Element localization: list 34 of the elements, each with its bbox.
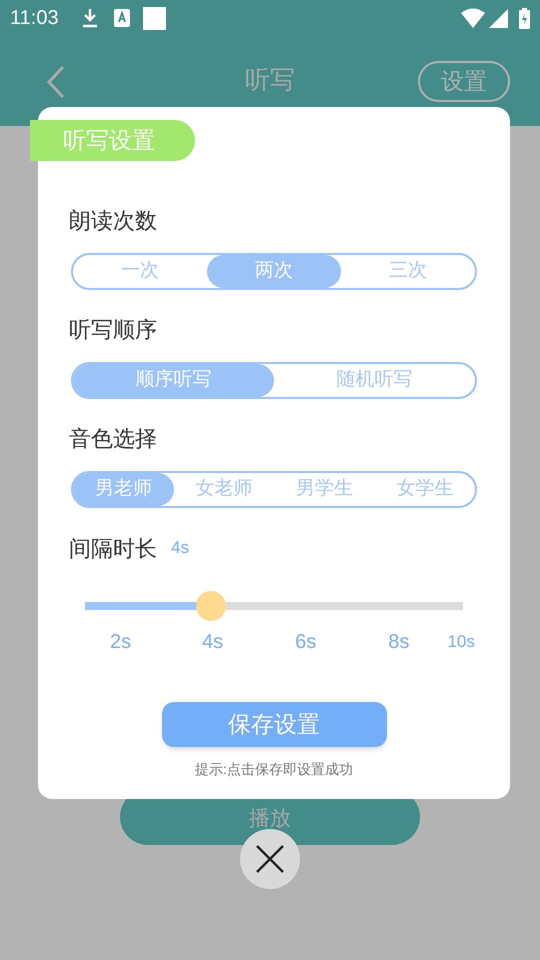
segment-option[interactable]: 随机听写 <box>274 364 475 397</box>
section-label: 听写顺序 <box>69 316 157 344</box>
download-icon <box>82 8 98 28</box>
section-label: 音色选择 <box>69 425 157 453</box>
page-title: 听写 <box>245 65 295 96</box>
close-icon <box>255 844 285 874</box>
battery-icon <box>519 8 530 28</box>
back-icon[interactable] <box>46 66 64 98</box>
segment-option[interactable]: 女老师 <box>174 473 274 506</box>
tick-label: 6s <box>295 630 316 654</box>
dialog-tag: 听写设置 <box>30 120 195 161</box>
section-label: 朗读次数 <box>69 207 157 235</box>
interval-value: 4s <box>171 537 189 560</box>
notification-icon <box>142 6 166 30</box>
tick-label: 2s <box>110 630 132 654</box>
tick-label: 10s <box>447 631 475 653</box>
slider-thumb[interactable] <box>196 591 226 621</box>
segment-option[interactable]: 男学生 <box>274 473 374 506</box>
section-label: 间隔时长 <box>69 534 157 562</box>
segment-option[interactable]: 两次 <box>207 255 341 288</box>
save-button[interactable]: 保存设置 <box>162 702 386 747</box>
segment-option[interactable]: 女学生 <box>374 473 475 506</box>
segment-option[interactable]: 一次 <box>73 255 207 288</box>
hint-text: 提示:点击保存即设置成功 <box>195 760 353 779</box>
segment-option[interactable]: 男老师 <box>73 473 174 506</box>
segment-option[interactable]: 三次 <box>341 255 475 288</box>
settings-button[interactable]: 设置 <box>418 61 510 102</box>
tick-label: 4s <box>202 630 224 654</box>
segment-option[interactable]: 顺序听写 <box>73 364 274 397</box>
wifi-icon <box>461 8 485 28</box>
tick-label: 8s <box>388 630 410 654</box>
keyboard-icon <box>114 9 130 27</box>
status-time: 11:03 <box>10 6 59 31</box>
signal-icon <box>489 8 508 28</box>
